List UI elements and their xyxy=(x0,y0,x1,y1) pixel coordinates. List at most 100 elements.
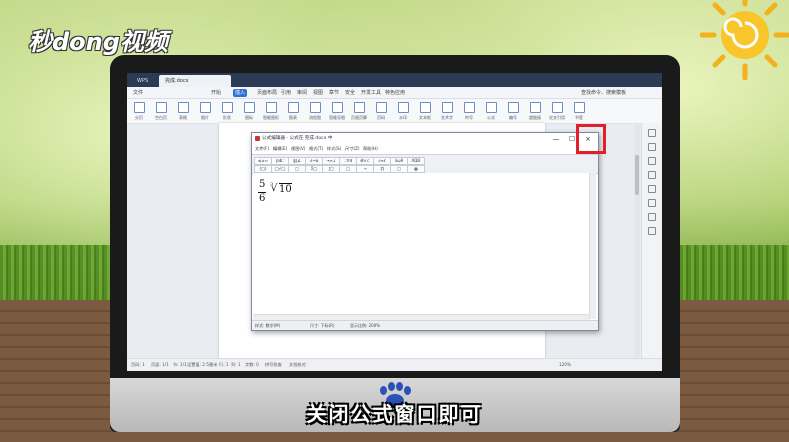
menu-file[interactable]: 文件 xyxy=(131,89,145,97)
palette-greek-upper[interactable]: ΛΩΘ xyxy=(407,157,425,165)
ribbon-icon xyxy=(177,102,189,113)
settings-icon[interactable] xyxy=(648,227,656,235)
ribbon-button[interactable]: 图表 xyxy=(285,102,301,121)
ribbon-label: 页眉页脚 xyxy=(351,115,367,120)
equation-editor-titlebar[interactable]: 公式编辑器 - 公式在 完成.docx 中 — ☐ × xyxy=(252,133,598,145)
ribbon-button[interactable]: 形状 xyxy=(219,102,235,121)
palette-scripts[interactable]: □ xyxy=(288,165,306,173)
palette-operators[interactable]: ±•⊗ xyxy=(305,157,323,165)
ribbon-label: 分页 xyxy=(135,115,143,120)
radical-sign: √ xyxy=(271,183,278,194)
menu-references[interactable]: 引用 xyxy=(279,89,293,97)
palette-matrices[interactable]: ▦ xyxy=(407,165,425,173)
ribbon-button[interactable]: 表格 xyxy=(175,102,191,121)
tab-document[interactable]: 完成.docx xyxy=(159,75,231,87)
menu-home[interactable]: 开始 xyxy=(209,89,223,97)
eq-status-style: 样式: 数学(M) xyxy=(255,323,281,328)
equation-canvas[interactable]: 5 6 3 √ 10 xyxy=(253,173,589,319)
palette-embellishments[interactable]: ∦∥∡ xyxy=(288,157,306,165)
star-icon[interactable] xyxy=(648,171,656,179)
image-icon[interactable] xyxy=(648,213,656,221)
palette-sets[interactable]: ∉∩⊂ xyxy=(356,157,374,165)
menu-chapter[interactable]: 章节 xyxy=(327,89,341,97)
status-section: 节: 1/1 xyxy=(173,362,187,367)
ribbon-icon xyxy=(441,102,453,113)
document-scrollbar[interactable] xyxy=(634,125,640,357)
menu-security[interactable]: 安全 xyxy=(343,89,357,97)
scroll-thumb[interactable] xyxy=(635,155,639,195)
ribbon-button[interactable]: 编号 xyxy=(505,102,521,121)
palette-misc[interactable]: ∂∞ℓ xyxy=(373,157,391,165)
ribbon-icon xyxy=(199,102,211,113)
pointer-icon[interactable] xyxy=(648,129,656,137)
ribbon-button[interactable]: 超链接 xyxy=(527,102,543,121)
palette-relations[interactable]: ≤≠≈ xyxy=(254,157,272,165)
palette-boxes[interactable]: □ xyxy=(390,165,408,173)
ribbon-button[interactable]: 空白页 xyxy=(153,102,169,121)
eq-menu-size[interactable]: 尺寸(Z) xyxy=(345,146,360,152)
palette-arrows[interactable]: →⇔↓ xyxy=(322,157,340,165)
equation-vertical-scrollbar[interactable] xyxy=(589,173,596,319)
ribbon-label: 形状 xyxy=(223,115,231,120)
ribbon-icon xyxy=(265,102,277,113)
ribbon-button[interactable]: 图片 xyxy=(197,102,213,121)
ribbon-button[interactable]: 公式 xyxy=(483,102,499,121)
ribbon-button[interactable]: 文本框 xyxy=(417,102,433,121)
palette-products[interactable]: ∏ xyxy=(373,165,391,173)
table-icon[interactable] xyxy=(648,157,656,165)
menu-developer[interactable]: 开发工具 xyxy=(359,89,383,97)
ribbon-label: 水印 xyxy=(399,115,407,120)
ribbon-button[interactable]: 图标 xyxy=(241,102,257,121)
palette-fractions-radicals[interactable]: □√□ xyxy=(271,165,289,173)
ribbon-label: 图片 xyxy=(201,115,209,120)
ribbon-button[interactable]: 分页 xyxy=(131,102,147,121)
eq-menu-view[interactable]: 视图(V) xyxy=(291,146,306,152)
shape-icon[interactable] xyxy=(648,143,656,151)
eq-menu-style[interactable]: 样式(S) xyxy=(327,146,341,152)
ribbon-button[interactable]: 智能图形 xyxy=(263,102,279,121)
zoom-level[interactable]: 120% xyxy=(559,359,571,371)
spell-check[interactable]: 拼写检查 xyxy=(265,359,282,371)
share-icon[interactable] xyxy=(648,199,656,207)
command-search[interactable]: 查找命令、搜索模板 xyxy=(579,89,628,97)
eq-menu-format[interactable]: 格式(T) xyxy=(309,146,323,152)
ribbon-button[interactable]: 流程图 xyxy=(307,102,323,121)
palette-integrals[interactable]: ∫□ xyxy=(322,165,340,173)
status-col: 列: 1 xyxy=(231,362,241,367)
ribbon-label: 文本框 xyxy=(419,115,431,120)
close-highlight-box xyxy=(576,124,606,154)
equation-editor-window: 公式编辑器 - 公式在 完成.docx 中 — ☐ × 文件(F) 编辑(E) … xyxy=(251,132,599,331)
ribbon-button[interactable]: 水印 xyxy=(395,102,411,121)
palette-summation[interactable]: Σ□ xyxy=(305,165,323,173)
menu-view[interactable]: 视图 xyxy=(311,89,325,97)
ribbon-label: 页码 xyxy=(377,115,385,120)
equation-template-palette: ≤≠≈ ∤ab∵ ∦∥∡ ±•⊗ →⇔↓ ∴∀∃ ∉∩⊂ ∂∞ℓ λωθ ΛΩΘ… xyxy=(252,154,598,174)
ribbon-icon xyxy=(155,102,167,113)
tab-wps-home[interactable]: WPS xyxy=(131,75,154,87)
menu-review[interactable]: 审阅 xyxy=(295,89,309,97)
palette-fences[interactable]: (□) xyxy=(254,165,272,173)
ribbon-button[interactable]: 交叉引用 xyxy=(549,102,565,121)
eq-menu-edit[interactable]: 编辑(E) xyxy=(273,146,287,152)
mail-icon[interactable] xyxy=(648,185,656,193)
ribbon-button[interactable]: 思维导图 xyxy=(329,102,345,121)
ribbon-icon xyxy=(331,102,343,113)
palette-spaces[interactable]: ∤ab∵ xyxy=(271,157,289,165)
ribbon-button[interactable]: 书签 xyxy=(571,102,587,121)
palette-bars[interactable]: □ xyxy=(339,165,357,173)
menu-insert[interactable]: 插入 xyxy=(233,89,248,97)
palette-labeled-arrows[interactable]: → xyxy=(356,165,374,173)
ribbon-button[interactable]: 页码 xyxy=(373,102,389,121)
eq-menu-help[interactable]: 帮助(H) xyxy=(363,146,378,152)
doc-proofread[interactable]: 文档校对 xyxy=(289,359,306,371)
ribbon-label: 空白页 xyxy=(155,115,167,120)
ribbon-button[interactable]: 符号 xyxy=(461,102,477,121)
eq-menu-file[interactable]: 文件(F) xyxy=(255,146,269,152)
palette-logic[interactable]: ∴∀∃ xyxy=(339,157,357,165)
menu-features[interactable]: 特色应用 xyxy=(383,89,407,97)
ribbon-button[interactable]: 页眉页脚 xyxy=(351,102,367,121)
menu-layout[interactable]: 页面布局 xyxy=(255,89,279,97)
minimize-button[interactable]: — xyxy=(548,133,564,145)
palette-greek-lower[interactable]: λωθ xyxy=(390,157,408,165)
ribbon-button[interactable]: 艺术字 xyxy=(439,102,455,121)
